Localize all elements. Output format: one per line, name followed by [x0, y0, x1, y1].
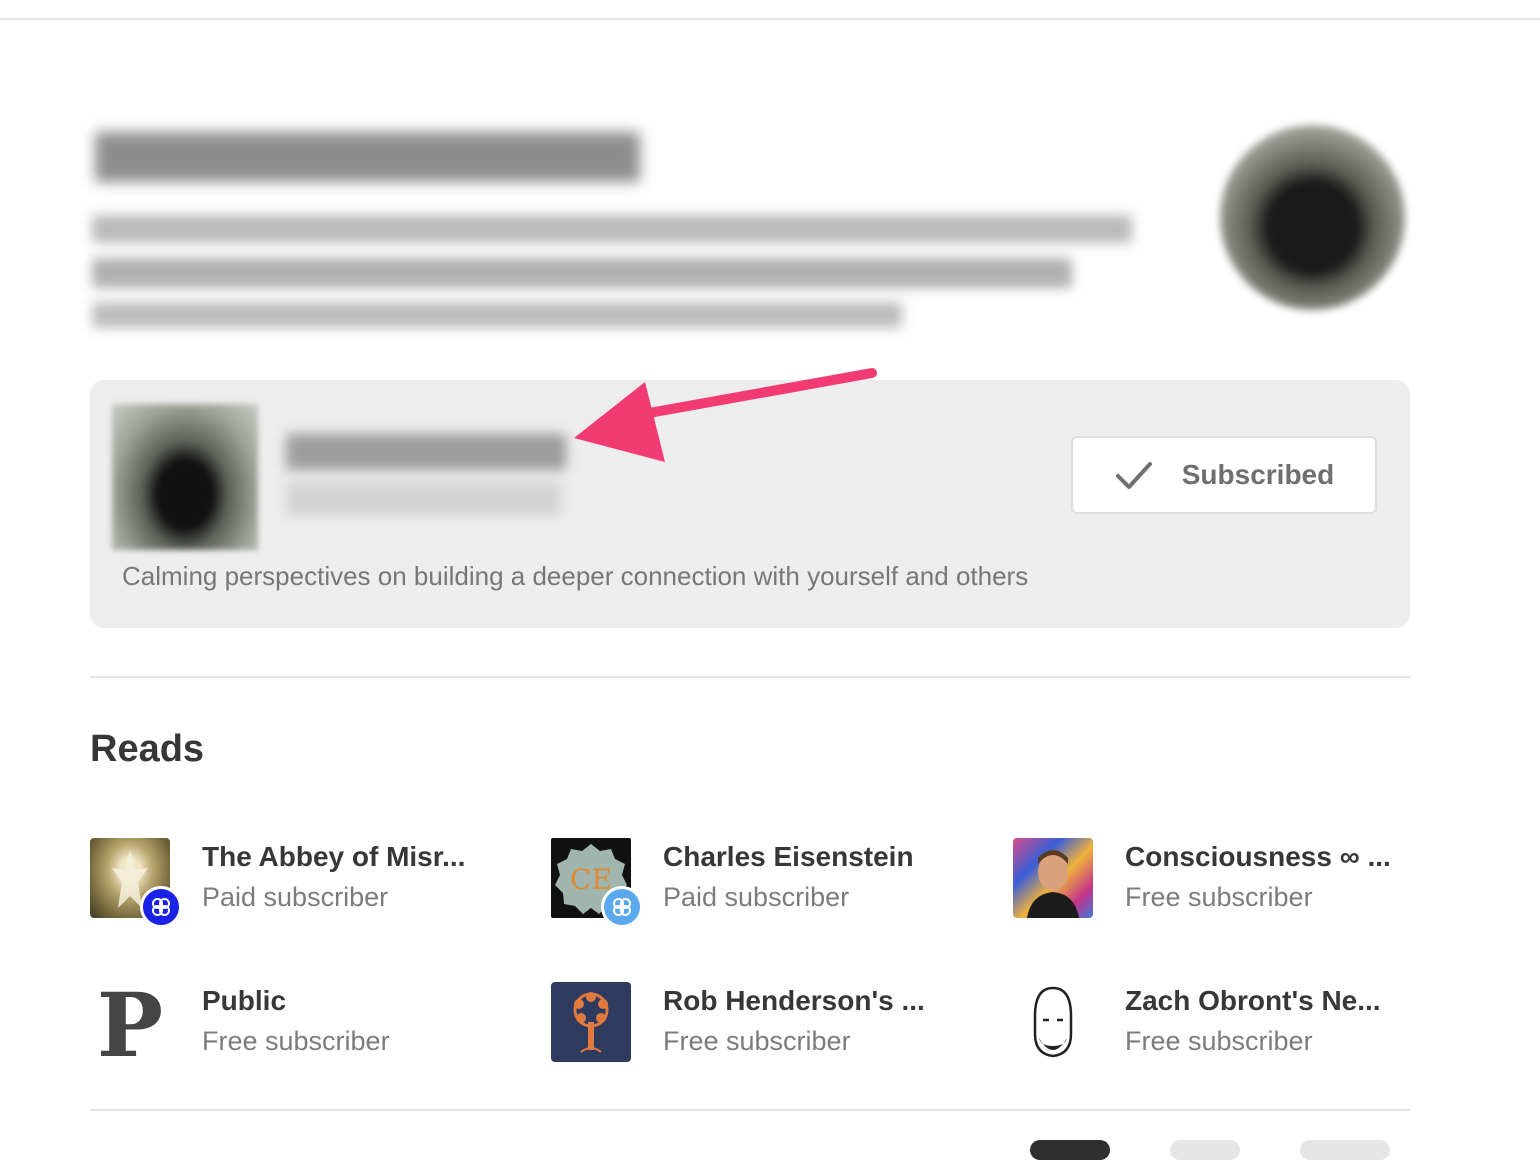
profile-name-redacted [95, 132, 640, 182]
section-divider [90, 676, 1410, 678]
annotation-arrow-icon [574, 368, 877, 462]
public-logo: P [90, 982, 170, 1062]
read-item-title: Public [202, 985, 287, 1016]
profile-avatar[interactable] [1220, 125, 1405, 310]
paid-badge-icon [601, 886, 643, 928]
top-divider [0, 18, 1540, 20]
read-item-title: Consciousness ∞ ... [1125, 841, 1391, 872]
read-item-rob-henderson[interactable]: Rob Henderson's ... Free subscriber [551, 982, 991, 1066]
read-item-status: Free subscriber [663, 1026, 851, 1056]
read-item-title: The Abbey of Misr... [202, 841, 466, 872]
read-item-status: Paid subscriber [663, 882, 850, 912]
consciousness-logo [1013, 838, 1093, 918]
zach-obront-logo [1013, 982, 1093, 1062]
publication-name-redacted[interactable] [286, 434, 566, 470]
read-item-abbey[interactable]: The Abbey of Misr... Paid subscriber [90, 838, 530, 928]
subscribed-button-label: Subscribed [1181, 459, 1335, 490]
profile-bio-redacted-line-1 [92, 215, 1132, 243]
paid-badge-icon [140, 886, 182, 928]
profile-bio-redacted-line-3 [92, 302, 902, 328]
publication-author-redacted [286, 482, 561, 516]
read-item-charles-eisenstein[interactable]: CE Charles Eisenstein Paid subscriber [551, 838, 991, 928]
read-item-title: Zach Obront's Ne... [1125, 985, 1381, 1016]
check-icon [1115, 462, 1152, 489]
reads-heading: Reads [90, 728, 205, 770]
svg-text:P: P [97, 982, 163, 1062]
bottom-tab-partial[interactable] [1300, 1140, 1390, 1160]
read-item-status: Free subscriber [1125, 1026, 1313, 1056]
read-item-public[interactable]: P Public Free subscriber [90, 982, 530, 1066]
read-item-zach-obront[interactable]: Zach Obront's Ne... Free subscriber [1013, 982, 1453, 1066]
read-item-title: Rob Henderson's ... [663, 985, 925, 1016]
svg-text:CE: CE [570, 863, 612, 896]
subscribed-button[interactable]: Subscribed [1071, 436, 1377, 514]
publication-logo[interactable] [112, 404, 258, 550]
profile-bio-redacted-line-2 [92, 258, 1072, 288]
publication-description: Calming perspectives on building a deepe… [122, 561, 1029, 591]
read-item-status: Paid subscriber [202, 882, 389, 912]
bottom-tab-partial[interactable] [1170, 1140, 1240, 1160]
bottom-tab-partial[interactable] [1030, 1140, 1110, 1160]
rob-henderson-logo [551, 982, 631, 1062]
read-item-status: Free subscriber [1125, 882, 1313, 912]
read-item-status: Free subscriber [202, 1026, 390, 1056]
read-item-consciousness[interactable]: Consciousness ∞ ... Free subscriber [1013, 838, 1453, 922]
read-item-title: Charles Eisenstein [663, 841, 914, 872]
section-divider [90, 1109, 1410, 1111]
